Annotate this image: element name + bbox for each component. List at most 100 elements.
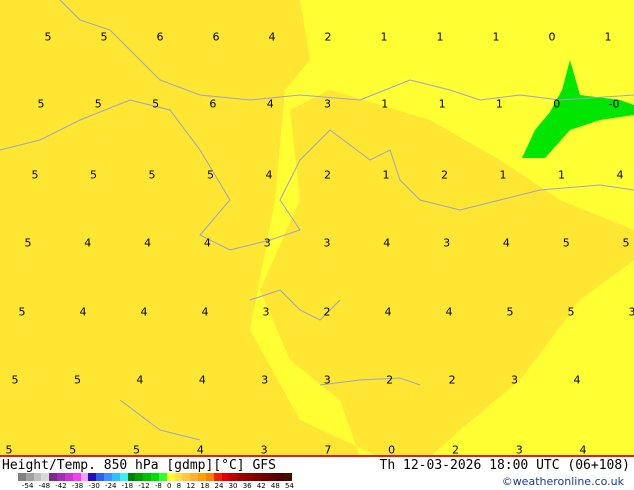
temperature-label: 1 [495,97,503,111]
temperature-label: 4 [201,305,209,319]
temperature-label: 3 [511,373,519,387]
temperature-label: 3 [261,373,269,387]
temperature-label: 5 [73,373,81,387]
temperature-label: 3 [628,305,634,319]
legend-tick: 18 [200,482,210,490]
legend-swatch [64,473,73,481]
temperature-label: 4 [573,373,581,387]
legend-swatch [276,473,285,481]
temperature-label: 0 [548,30,556,44]
temperature-label: 3 [515,443,523,457]
legend-tick: -54 [22,482,34,490]
temperature-label: 5 [100,30,108,44]
legend-tick: -18 [121,482,134,490]
legend-tick: 36 [242,482,252,490]
legend-tick: 0 [167,482,172,490]
credit-link[interactable]: ©weatheronline.co.uk [502,475,624,488]
temperature-label: 4 [265,168,273,182]
legend-tick: 12 [186,482,196,490]
temperature-label: 2 [451,443,459,457]
temperature-label: 1 [499,168,507,182]
temperature-label: 2 [324,30,332,44]
temperature-label: 5 [133,443,141,457]
temperature-label: 3 [263,236,271,250]
temperature-label: 5 [11,373,19,387]
legend-tick: 54 [284,482,294,490]
valid-time: Th 12-03-2026 18:00 UTC (06+108) [379,458,630,473]
temperature-label: 5 [24,236,32,250]
temperature-label: 3 [323,236,331,250]
temperature-label: 1 [436,30,444,44]
temperature-label: 2 [323,305,331,319]
temperature-label: 4 [144,236,152,250]
temperature-label: 1 [604,30,612,44]
map-layers [0,0,634,457]
warm-region [250,0,634,457]
temperature-label: 3 [262,305,270,319]
temperature-label: 1 [438,97,446,111]
temperature-label: 6 [212,30,220,44]
temperature-label: 3 [324,97,331,111]
legend-tick: -48 [38,482,51,490]
legend-swatch [284,473,292,481]
legend-swatch [166,473,175,481]
legend-swatch [229,473,238,481]
legend-swatch [268,473,277,481]
legend-swatch [190,473,199,481]
legend-swatch [25,473,34,481]
legend-swatch [198,473,206,481]
legend-tick: -30 [88,482,100,490]
temperature-label: 1 [380,30,388,44]
temperature-label: 4 [136,373,144,387]
temperature-label: 4 [384,305,392,319]
legend-swatch [237,473,246,481]
temperature-label: 4 [196,443,204,457]
legend-swatch [213,473,222,481]
temperature-label: 5 [5,443,13,457]
temperature-label: 5 [90,168,97,182]
temperature-label: 5 [152,97,160,111]
temperature-label: 1 [492,30,500,44]
temperature-label: 6 [209,97,217,111]
legend-swatch [135,473,144,481]
temperature-label: -0 [608,97,620,111]
temperature-label: 4 [502,236,510,250]
legend-tick: 30 [228,482,238,490]
legend-swatch [260,473,269,481]
legend-tick: 24 [214,482,224,490]
legend-ticks: -54 -48 -42 -38 -30 -24 -18 -12 -8 0 8 12 18 24 30 36 42… [22,482,294,490]
temperature-label: 2 [386,373,394,387]
weather-map[interactable]: 5 5 6 6 4 2 1 1 1 0 1 5 5 5 6 4 3 1 1 1 0 -0 5 5 5 5 4 2 1 2 1 1 4 5 4 4 4 3 3… [0,0,634,457]
legend-tick: 42 [256,482,266,490]
legend-tick: -42 [55,482,67,490]
legend-swatch [252,473,261,481]
temperature-label: 4 [445,305,453,319]
legend-swatch [127,473,136,481]
legend-swatch [41,473,50,481]
temperature-label: 3 [443,236,451,250]
temperature-label: 4 [203,236,211,250]
legend-swatch [72,473,81,481]
temperature-label: 1 [382,168,390,182]
legend-tick: -38 [71,482,84,490]
temperature-label: 2 [448,373,456,387]
legend-swatch [245,473,253,481]
temperature-label: 5 [18,305,26,319]
legend-swatch [143,473,152,481]
legend-swatch [96,473,105,481]
temperature-label: 5 [148,168,156,182]
temperature-label: 3 [260,443,268,457]
temperature-label: 4 [79,305,87,319]
temperature-label: 2 [324,168,331,182]
legend-swatch [174,473,183,481]
legend-swatch [182,473,191,481]
legend-tick: -24 [105,482,117,490]
legend-swatch [104,473,112,481]
legend-swatch [33,473,42,481]
temperature-label: 4 [84,236,92,250]
legend-swatch [119,473,128,481]
temperature-label: 5 [506,305,514,319]
color-legend [18,473,292,481]
legend-tick: -8 [154,482,162,490]
temperature-label: 5 [622,236,630,250]
